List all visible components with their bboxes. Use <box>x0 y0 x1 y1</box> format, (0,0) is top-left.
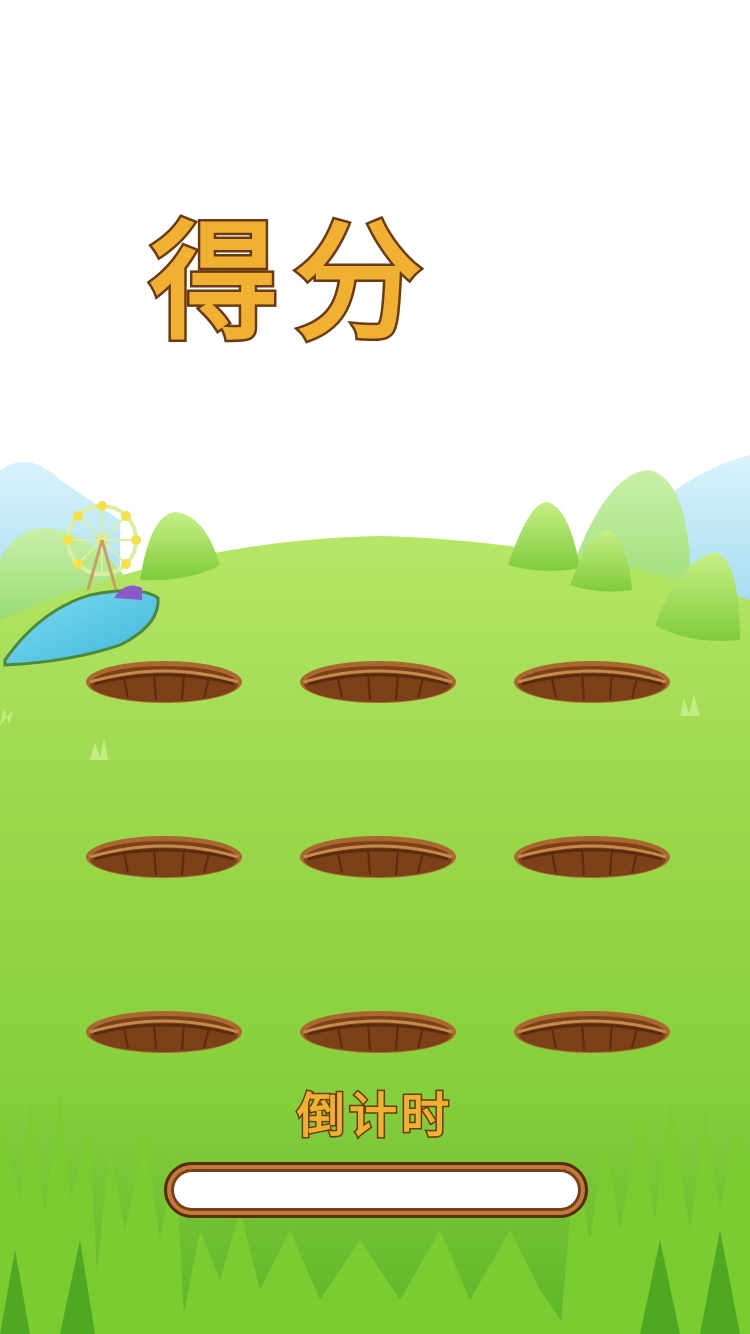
mole-hole[interactable] <box>84 658 244 704</box>
small-hill-right-1 <box>508 501 580 571</box>
small-hill-left <box>140 512 220 581</box>
mole-hole[interactable] <box>512 1008 672 1054</box>
game-stage: 得分 倒计时 <box>0 0 750 1334</box>
countdown-label: 倒计时 <box>295 1088 453 1144</box>
score-title: 得分 <box>147 209 439 358</box>
mole-hole[interactable] <box>298 658 458 704</box>
mole-hole[interactable] <box>298 1008 458 1054</box>
mole-hole[interactable] <box>84 833 244 879</box>
mole-hole[interactable] <box>512 833 672 879</box>
countdown-progress-track <box>174 1172 578 1208</box>
mole-hole[interactable] <box>512 658 672 704</box>
mole-hole[interactable] <box>298 833 458 879</box>
mole-hole[interactable] <box>84 1008 244 1054</box>
countdown-progress-fill <box>174 1172 578 1208</box>
countdown-progress-bar <box>164 1162 588 1218</box>
